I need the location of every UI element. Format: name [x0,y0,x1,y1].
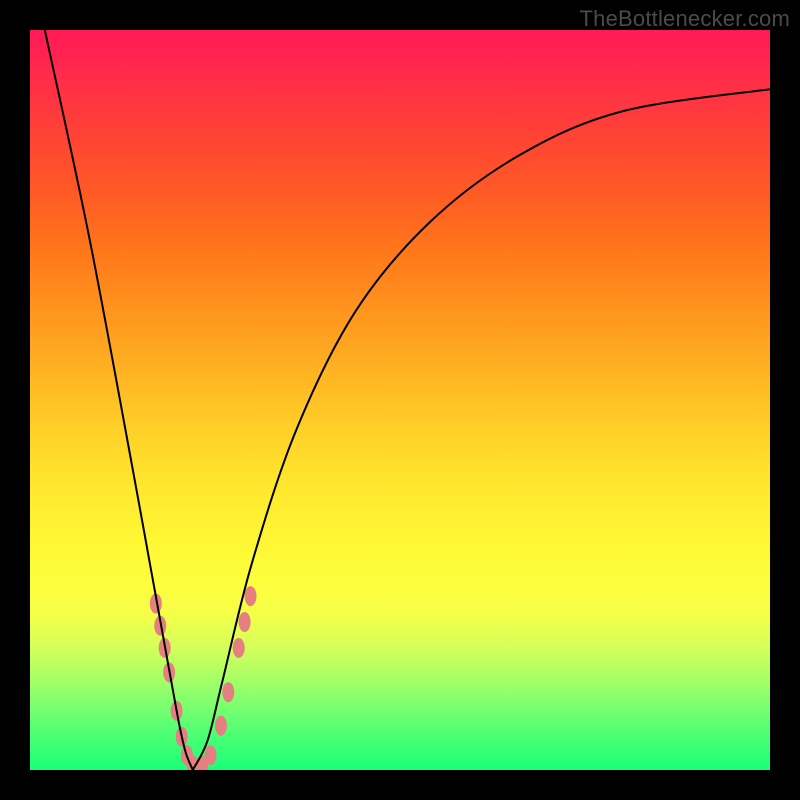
left-branch-curve [45,30,193,770]
plot-area [30,30,770,770]
data-marker [239,612,251,632]
data-marker [245,586,257,606]
data-marker [205,745,217,765]
watermark-text: TheBottlenecker.com [580,6,790,32]
data-marker [222,682,234,702]
chart-svg [30,30,770,770]
markers-group [150,586,257,770]
data-marker [233,638,245,658]
data-marker [215,716,227,736]
chart-frame: TheBottlenecker.com [0,0,800,800]
right-branch-curve [193,89,770,770]
